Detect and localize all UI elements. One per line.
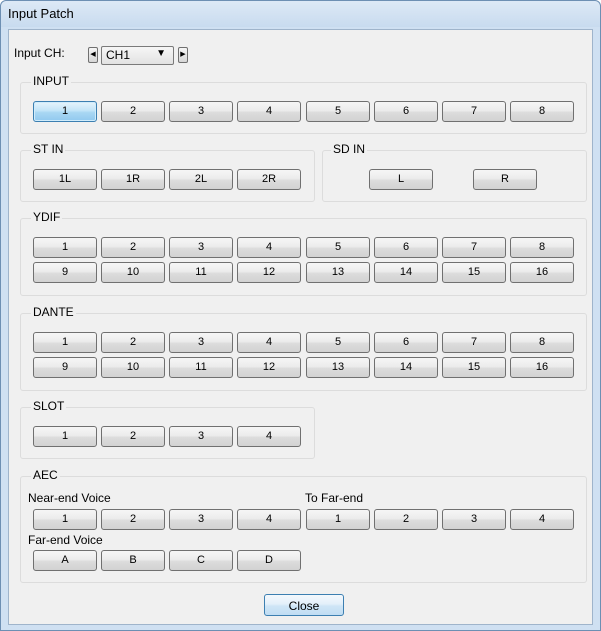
aec-near-end-2-button[interactable]: 2: [101, 509, 165, 530]
to-far-end-label: To Far-end: [305, 491, 364, 505]
sd-in-group: [322, 150, 587, 202]
dante-9-button[interactable]: 9: [33, 357, 97, 378]
st-in-1l-button[interactable]: 1L: [33, 169, 97, 190]
aec-group-label: AEC: [31, 468, 60, 482]
ydif-14-button[interactable]: 14: [374, 262, 438, 283]
slot-4-button[interactable]: 4: [237, 426, 301, 447]
aec-far-end-voice-d-button[interactable]: D: [237, 550, 301, 571]
slot-3-button[interactable]: 3: [169, 426, 233, 447]
input-ch-label: Input CH:: [14, 46, 65, 60]
window-title: Input Patch: [1, 1, 600, 27]
channel-select[interactable]: CH1 ▼: [101, 46, 174, 65]
ydif-6-button[interactable]: 6: [374, 237, 438, 258]
ydif-group-label: YDIF: [31, 210, 63, 224]
input-6-button[interactable]: 6: [374, 101, 438, 122]
far-end-voice-label: Far-end Voice: [28, 533, 103, 547]
dante-13-button[interactable]: 13: [306, 357, 370, 378]
sd-in-l-button[interactable]: L: [369, 169, 433, 190]
ydif-11-button[interactable]: 11: [169, 262, 233, 283]
close-button[interactable]: Close: [264, 594, 344, 616]
ydif-4-button[interactable]: 4: [237, 237, 301, 258]
chevron-down-icon: ▼: [156, 48, 166, 59]
input-patch-window: Input Patch Input CH: ◀ CH1 ▼ ▶ INPUT 12…: [0, 0, 601, 631]
sd-in-r-button[interactable]: R: [473, 169, 537, 190]
aec-near-end-4-button[interactable]: 4: [237, 509, 301, 530]
dante-11-button[interactable]: 11: [169, 357, 233, 378]
ydif-10-button[interactable]: 10: [101, 262, 165, 283]
ydif-15-button[interactable]: 15: [442, 262, 506, 283]
dante-2-button[interactable]: 2: [101, 332, 165, 353]
dante-10-button[interactable]: 10: [101, 357, 165, 378]
input-7-button[interactable]: 7: [442, 101, 506, 122]
input-8-button[interactable]: 8: [510, 101, 574, 122]
dante-7-button[interactable]: 7: [442, 332, 506, 353]
dante-5-button[interactable]: 5: [306, 332, 370, 353]
channel-select-value: CH1: [106, 48, 131, 62]
ydif-8-button[interactable]: 8: [510, 237, 574, 258]
input-3-button[interactable]: 3: [169, 101, 233, 122]
aec-far-end-voice-a-button[interactable]: A: [33, 550, 97, 571]
dante-1-button[interactable]: 1: [33, 332, 97, 353]
input-group-label: INPUT: [31, 74, 71, 88]
dante-8-button[interactable]: 8: [510, 332, 574, 353]
ydif-13-button[interactable]: 13: [306, 262, 370, 283]
aec-to-far-end-1-button[interactable]: 1: [306, 509, 370, 530]
ydif-3-button[interactable]: 3: [169, 237, 233, 258]
input-4-button[interactable]: 4: [237, 101, 301, 122]
aec-near-end-1-button[interactable]: 1: [33, 509, 97, 530]
near-end-voice-label: Near-end Voice: [28, 491, 111, 505]
aec-far-end-voice-b-button[interactable]: B: [101, 550, 165, 571]
ydif-9-button[interactable]: 9: [33, 262, 97, 283]
dante-16-button[interactable]: 16: [510, 357, 574, 378]
aec-to-far-end-3-button[interactable]: 3: [442, 509, 506, 530]
slot-group-label: SLOT: [31, 399, 67, 413]
dante-group-label: DANTE: [31, 305, 76, 319]
ydif-2-button[interactable]: 2: [101, 237, 165, 258]
st-in-2l-button[interactable]: 2L: [169, 169, 233, 190]
dante-6-button[interactable]: 6: [374, 332, 438, 353]
sd-in-group-label: SD IN: [331, 142, 368, 156]
aec-far-end-voice-c-button[interactable]: C: [169, 550, 233, 571]
dante-14-button[interactable]: 14: [374, 357, 438, 378]
dante-3-button[interactable]: 3: [169, 332, 233, 353]
ydif-5-button[interactable]: 5: [306, 237, 370, 258]
st-in-1r-button[interactable]: 1R: [101, 169, 165, 190]
prev-channel-button[interactable]: ◀: [88, 47, 98, 63]
st-in-2r-button[interactable]: 2R: [237, 169, 301, 190]
ydif-1-button[interactable]: 1: [33, 237, 97, 258]
aec-near-end-3-button[interactable]: 3: [169, 509, 233, 530]
dante-12-button[interactable]: 12: [237, 357, 301, 378]
dante-4-button[interactable]: 4: [237, 332, 301, 353]
aec-to-far-end-4-button[interactable]: 4: [510, 509, 574, 530]
ydif-12-button[interactable]: 12: [237, 262, 301, 283]
st-in-group-label: ST IN: [31, 142, 66, 156]
slot-2-button[interactable]: 2: [101, 426, 165, 447]
input-1-button[interactable]: 1: [33, 101, 97, 122]
input-5-button[interactable]: 5: [306, 101, 370, 122]
aec-to-far-end-2-button[interactable]: 2: [374, 509, 438, 530]
ydif-16-button[interactable]: 16: [510, 262, 574, 283]
next-channel-button[interactable]: ▶: [178, 47, 188, 63]
dante-15-button[interactable]: 15: [442, 357, 506, 378]
input-2-button[interactable]: 2: [101, 101, 165, 122]
slot-1-button[interactable]: 1: [33, 426, 97, 447]
ydif-7-button[interactable]: 7: [442, 237, 506, 258]
dialog-body: Input CH: ◀ CH1 ▼ ▶ INPUT 12345678 ST IN…: [8, 29, 593, 625]
